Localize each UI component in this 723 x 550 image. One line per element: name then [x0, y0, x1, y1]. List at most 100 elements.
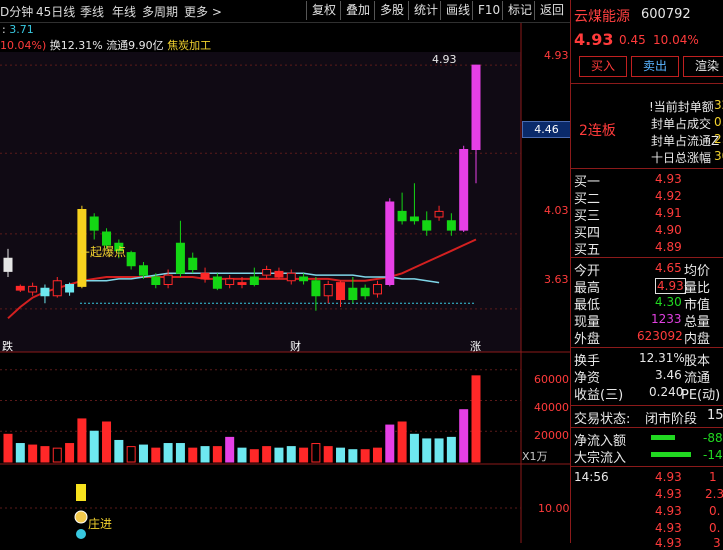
stat-value: 0. [714, 115, 723, 129]
candle-body [151, 276, 161, 285]
tab-year[interactable]: 年线 [112, 3, 136, 20]
volume-bar [262, 446, 272, 463]
indicator-signal-dot [76, 529, 86, 539]
volume-bar [360, 449, 370, 463]
candle-body [323, 284, 333, 297]
fund-label: 收益(三) [574, 388, 624, 403]
f10-button[interactable]: F10 [472, 1, 505, 20]
volume-bar [151, 447, 161, 463]
volume-bar [212, 446, 222, 463]
volume-unit: X1万 [522, 450, 548, 463]
volume-axis-label: 40000 [534, 401, 569, 414]
multi-stock-button[interactable]: 多股 [374, 1, 409, 20]
volume-bar [225, 436, 235, 463]
stat-label: 封单占流通Z [651, 134, 720, 148]
quote-label: 外盘 [574, 332, 601, 347]
volume-bar [286, 446, 296, 463]
volume-bar [397, 421, 407, 463]
price-axis-label: 3.63 [544, 273, 569, 286]
tick-price: 4.93 [655, 521, 682, 535]
adjust-button[interactable]: 复权 [306, 1, 341, 20]
tab-45-day[interactable]: 45日线 [36, 3, 75, 20]
candle-body [299, 276, 309, 282]
tab-multi-period[interactable]: 多周期 [142, 3, 178, 20]
volume-bar [40, 446, 50, 463]
candle-body [422, 220, 432, 231]
stock-name: 云煤能源 [574, 9, 630, 25]
volume-axis-label: 20000 [534, 429, 569, 442]
tick-price: 4.93 [655, 470, 682, 484]
candle-body [348, 287, 358, 300]
info-turnover: 换12.31% [49, 39, 103, 52]
volume-bar [175, 443, 185, 463]
candle-body [409, 216, 419, 222]
volume-bar [237, 447, 247, 463]
candle-body [459, 149, 469, 231]
volume-bar [15, 443, 25, 463]
bid-price: 4.93 [655, 172, 682, 186]
event-marker-finance: 财 [290, 340, 301, 353]
flow-label: 大宗流入 [574, 451, 627, 466]
current-price-marker: 4.46 [522, 121, 571, 138]
indicator-signal-bar [76, 484, 86, 501]
quote-label: 内盘 [684, 332, 711, 347]
trade-status-label: 交易状态: [574, 412, 631, 427]
info-pct: 10.04%) [0, 39, 47, 52]
stat-value: 30 [714, 149, 723, 163]
candle-body [3, 257, 13, 272]
quote-value: 4.30 [655, 295, 682, 309]
tick-volume: 3 [713, 536, 721, 550]
candle-body [311, 280, 321, 297]
mark-button[interactable]: 标记 [502, 1, 537, 20]
volume-bar [409, 433, 419, 463]
volume-bar [385, 424, 395, 463]
ma-legend: : 3.71 [2, 23, 34, 36]
fund-label: PE(动) [681, 388, 721, 403]
candle-body [40, 287, 50, 297]
candle-body [15, 285, 25, 291]
period-tab-minute[interactable]: D分钟 [0, 3, 33, 20]
info-sector: 焦炭加工 [167, 39, 212, 52]
stats-button[interactable]: 统计 [408, 1, 443, 20]
tick-price: 4.93 [655, 504, 682, 518]
info-line-2: 10.04%) 换12.31% 流通9.90亿 焦炭加工 [0, 37, 211, 53]
candle-body [225, 278, 235, 285]
candle-body [336, 282, 346, 300]
candle-body [200, 272, 210, 280]
volume-axis-label: 60000 [534, 373, 569, 386]
stat-label: !当前封单额 [649, 100, 714, 114]
overlay-button[interactable]: 叠加 [340, 1, 375, 20]
candle-body [65, 284, 75, 293]
tick-price: 4.93 [655, 536, 682, 550]
kline-chart[interactable] [0, 0, 570, 543]
ma-value: 3.71 [9, 23, 34, 36]
draw-line-button[interactable]: 画线 [440, 1, 475, 20]
candle-body [212, 276, 222, 289]
candle-body [286, 272, 296, 282]
quote-panel: 云煤能源 600792 4.93 0.45 10.04% 买入 卖出 渲染 2连… [570, 0, 723, 550]
back-button[interactable]: 返回 [534, 1, 569, 20]
candle-body [446, 220, 456, 231]
volume-bar [126, 446, 136, 463]
tab-quarter[interactable]: 季线 [80, 3, 104, 20]
stat-label: 十日总涨幅 [651, 151, 712, 165]
volume-bar [28, 444, 38, 463]
volume-bar [446, 436, 456, 463]
hold-button[interactable]: 渲染 [683, 56, 723, 77]
buy-button[interactable]: 买入 [579, 56, 627, 77]
quote-value: 4.65 [655, 261, 682, 275]
volume-bar [114, 439, 124, 463]
tab-more[interactable]: 更多 > [184, 3, 222, 20]
volume-bar [323, 446, 333, 463]
bid-label: 买五 [574, 243, 601, 258]
volume-bar [348, 449, 358, 463]
candle-body [397, 210, 407, 222]
sell-button[interactable]: 卖出 [631, 56, 679, 77]
volume-bar [336, 447, 346, 463]
candle-body [28, 285, 38, 293]
volume-bar [311, 443, 321, 463]
price-change: 0.45 [619, 33, 646, 47]
flow-bar [651, 435, 675, 440]
main-pane-bg [0, 52, 521, 352]
candle-body [237, 282, 247, 285]
